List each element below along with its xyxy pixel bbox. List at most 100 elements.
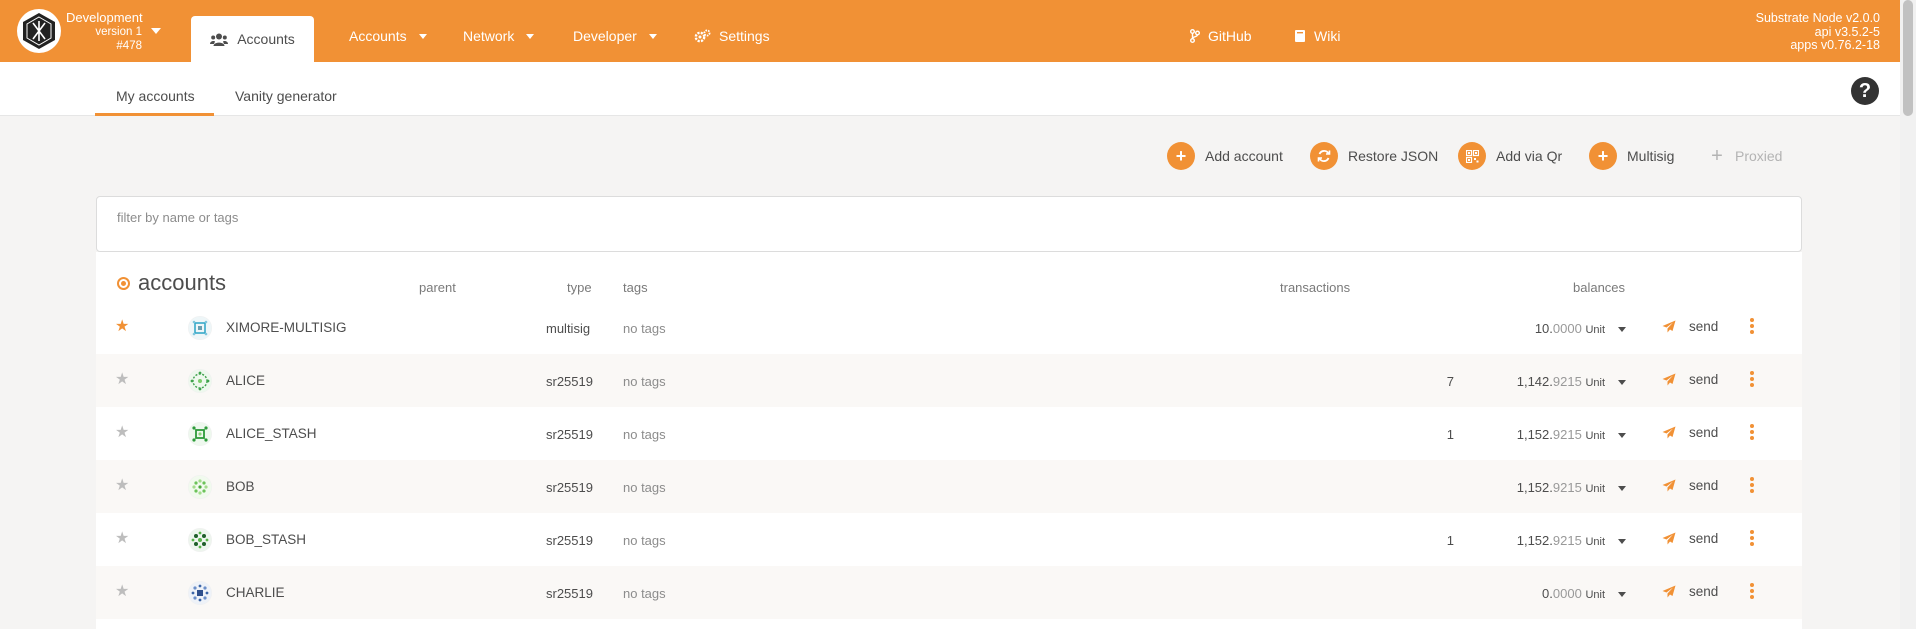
table-row: ★ ALICE sr25519 no tags 7 1,142.9215 Uni…: [96, 354, 1802, 407]
tab-vanity-generator[interactable]: Vanity generator: [235, 88, 337, 104]
tab-my-accounts[interactable]: My accounts: [116, 88, 195, 104]
balance-decimal: 9215: [1552, 533, 1582, 548]
account-balance: 10.0000 Unit: [1496, 321, 1605, 336]
star-icon[interactable]: ★: [115, 478, 129, 494]
add-via-qr-button[interactable]: Add via Qr: [1458, 142, 1562, 170]
nav-tab-accounts-active[interactable]: Accounts: [191, 16, 314, 62]
chevron-down-icon[interactable]: [1618, 433, 1626, 438]
add-account-button[interactable]: + Add account: [1167, 142, 1283, 170]
chevron-down-icon[interactable]: [1618, 539, 1626, 544]
balance-unit: Unit: [1585, 324, 1605, 336]
qrcode-icon: [1458, 142, 1486, 170]
identicon-icon[interactable]: [188, 422, 212, 446]
account-balance: 1,152.9215 Unit: [1496, 533, 1605, 548]
send-label: send: [1689, 584, 1719, 599]
chevron-down-icon[interactable]: [1618, 380, 1626, 385]
send-button[interactable]: send: [1662, 425, 1718, 440]
identicon-icon[interactable]: [188, 316, 212, 340]
chevron-down-icon[interactable]: [1618, 486, 1626, 491]
users-icon: [210, 33, 229, 46]
nav-menu-developer[interactable]: Developer: [573, 28, 657, 44]
send-label: send: [1689, 425, 1719, 440]
restore-json-button[interactable]: Restore JSON: [1310, 142, 1438, 170]
paper-plane-icon: [1662, 532, 1676, 545]
more-vertical-icon[interactable]: [1750, 530, 1754, 548]
identicon-icon[interactable]: [188, 475, 212, 499]
account-balance: 1,152.9215 Unit: [1496, 427, 1605, 442]
balance-integer: 10.: [1534, 321, 1553, 336]
chevron-down-icon: [526, 33, 535, 39]
help-icon[interactable]: ?: [1851, 77, 1879, 105]
more-vertical-icon[interactable]: [1750, 424, 1754, 442]
account-balance: 1,142.9215 Unit: [1496, 374, 1605, 389]
star-icon[interactable]: ★: [115, 372, 129, 388]
chain-selector[interactable]: Development version 1 #478: [66, 10, 143, 53]
identicon-icon[interactable]: [188, 581, 212, 605]
chain-name: Development: [66, 10, 143, 25]
more-vertical-icon[interactable]: [1750, 371, 1754, 389]
accounts-table: accounts parent type tags transactions b…: [96, 252, 1802, 629]
code-branch-icon: [1190, 29, 1200, 43]
multisig-button[interactable]: + Multisig: [1589, 142, 1674, 170]
balance-decimal: 0000: [1552, 586, 1582, 601]
more-vertical-icon[interactable]: [1750, 318, 1754, 336]
balance-unit: Unit: [1585, 377, 1605, 389]
star-icon[interactable]: ★: [115, 425, 129, 441]
nav-menu-label: Accounts: [349, 28, 407, 44]
chevron-down-icon[interactable]: [1618, 592, 1626, 597]
account-transactions: 7: [1446, 374, 1454, 389]
button-label: Add account: [1205, 148, 1283, 164]
account-name[interactable]: BOB_STASH: [226, 532, 306, 547]
nav-link-github[interactable]: GitHub: [1190, 28, 1252, 44]
account-name[interactable]: ALICE: [226, 373, 265, 388]
chevron-down-icon[interactable]: [1618, 327, 1626, 332]
nav-menu-label: Developer: [573, 28, 637, 44]
star-icon[interactable]: ★: [115, 531, 129, 547]
proxied-button[interactable]: + Proxied: [1709, 142, 1782, 170]
nav-menu-accounts[interactable]: Accounts: [349, 28, 427, 44]
table-row: ★ CHARLIE sr25519 no tags 0.0000 Unit se…: [96, 566, 1802, 619]
balance-unit: Unit: [1585, 483, 1605, 495]
account-transactions: 1: [1446, 533, 1454, 548]
chevron-down-icon[interactable]: [151, 28, 161, 34]
send-button[interactable]: send: [1662, 478, 1718, 493]
send-button[interactable]: send: [1662, 372, 1718, 387]
more-vertical-icon[interactable]: [1750, 583, 1754, 601]
account-name[interactable]: BOB: [226, 479, 255, 494]
cogs-icon: [694, 29, 711, 43]
nav-link-wiki[interactable]: Wiki: [1294, 28, 1340, 44]
star-icon[interactable]: ★: [115, 584, 129, 600]
send-button[interactable]: send: [1662, 531, 1718, 546]
column-header-type: type: [567, 280, 592, 295]
filter-input[interactable]: [117, 205, 1777, 229]
send-label: send: [1689, 372, 1719, 387]
identicon-icon[interactable]: [188, 369, 212, 393]
book-icon: [1295, 30, 1305, 42]
account-tags: no tags: [623, 374, 666, 389]
account-name[interactable]: CHARLIE: [226, 585, 285, 600]
account-tags: no tags: [623, 427, 666, 442]
button-label: Multisig: [1627, 148, 1675, 164]
account-transactions: 1: [1446, 427, 1454, 442]
send-label: send: [1689, 531, 1719, 546]
send-button[interactable]: send: [1662, 319, 1718, 334]
api-version: api v3.5.2-5: [1814, 24, 1880, 39]
chain-logo-icon[interactable]: [17, 9, 61, 53]
accounts-table-title: accounts: [117, 270, 226, 296]
nav-menu-network[interactable]: Network: [463, 28, 535, 44]
more-vertical-icon[interactable]: [1750, 477, 1754, 495]
send-button[interactable]: send: [1662, 584, 1718, 599]
chain-block: #478: [116, 40, 142, 52]
balance-decimal: 0000: [1552, 321, 1582, 336]
account-name[interactable]: ALICE_STASH: [226, 426, 317, 441]
account-name[interactable]: XIMORE-MULTISIG: [226, 320, 347, 335]
identicon-icon[interactable]: [188, 528, 212, 552]
nav-menu-settings[interactable]: Settings: [694, 28, 770, 44]
balance-integer: 1,142.: [1516, 374, 1553, 389]
account-type: sr25519: [546, 480, 593, 495]
star-icon[interactable]: ★: [115, 319, 129, 335]
nav-tab-label: Accounts: [237, 31, 295, 47]
scrollbar-thumb[interactable]: [1903, 0, 1913, 116]
sync-icon: [1310, 142, 1338, 170]
top-navbar: Development version 1 #478 Accounts Acco…: [0, 0, 1900, 62]
